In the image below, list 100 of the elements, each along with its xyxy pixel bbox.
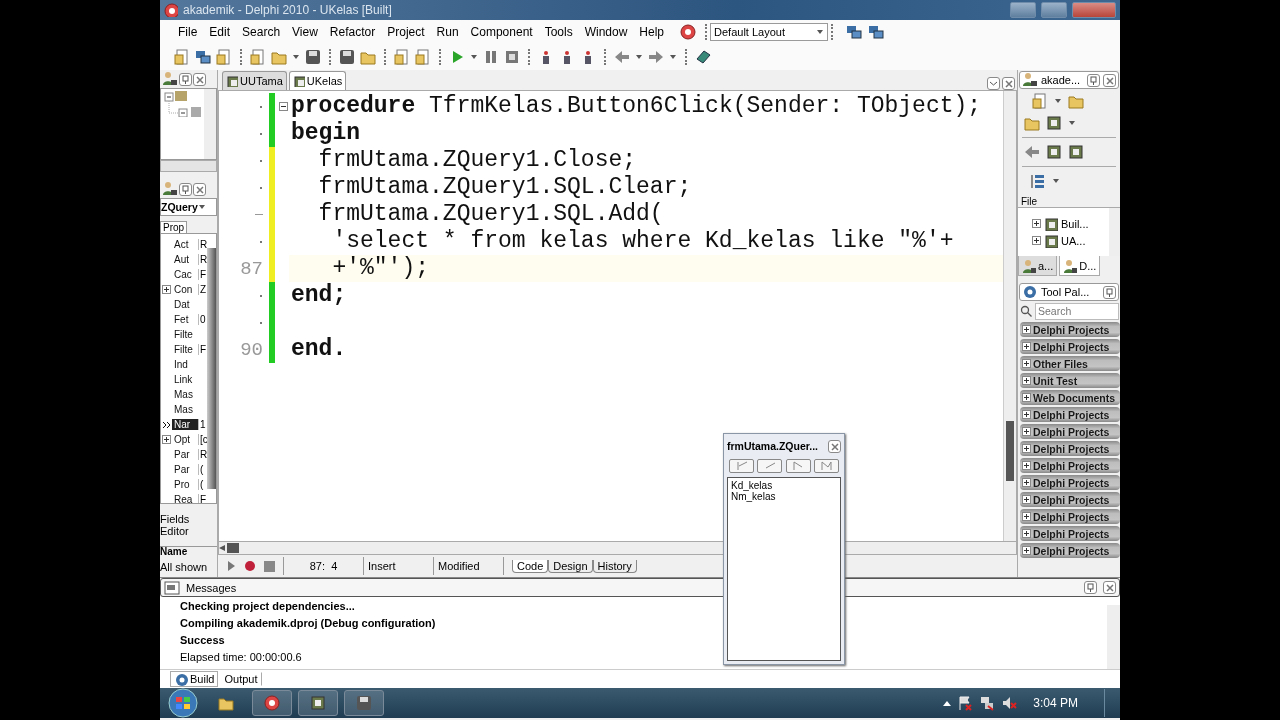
pin-button[interactable]: [1084, 581, 1097, 594]
menu-item[interactable]: Refactor: [323, 23, 382, 41]
save-icon[interactable]: [305, 49, 321, 65]
property-name[interactable]: Filte: [172, 344, 198, 355]
stop-icon[interactable]: [504, 49, 520, 65]
layout-dropdown[interactable]: Default Layout: [710, 23, 829, 41]
expand-icon[interactable]: [1032, 236, 1041, 245]
vertical-scrollbar[interactable]: [1003, 91, 1016, 541]
palette-category[interactable]: Delphi Projects: [1020, 407, 1120, 422]
caret-icon[interactable]: [292, 54, 300, 60]
property-value[interactable]: Z: [198, 284, 206, 295]
property-value[interactable]: 1: [198, 419, 206, 430]
fields-editor-link[interactable]: Fields Editor: [160, 513, 217, 537]
pin-button[interactable]: [179, 72, 192, 86]
palette-category[interactable]: Delphi Projects: [1020, 339, 1120, 354]
list-icon[interactable]: [1030, 173, 1046, 189]
field-item[interactable]: Kd_kelas: [731, 480, 837, 491]
menu-item[interactable]: Project: [381, 23, 431, 41]
close-button[interactable]: [828, 439, 841, 453]
fold-icon[interactable]: [278, 102, 288, 111]
close-button[interactable]: [1103, 581, 1116, 594]
property-name[interactable]: Con: [172, 284, 198, 295]
property-value[interactable]: R: [198, 449, 206, 460]
property-value[interactable]: F: [198, 494, 206, 503]
new-file-icon[interactable]: [174, 49, 190, 65]
taskbar-button[interactable]: [252, 690, 292, 716]
palette-category[interactable]: Delphi Projects: [1020, 492, 1120, 507]
vertical-scrollbar[interactable]: [1109, 208, 1120, 256]
panel-tab[interactable]: D...: [1059, 256, 1101, 276]
clock[interactable]: 3:04 PM: [1033, 696, 1078, 710]
expand-icon[interactable]: [162, 435, 171, 444]
tree-item[interactable]: UA...: [1061, 234, 1086, 247]
view-tab[interactable]: History: [592, 559, 637, 573]
view-tab[interactable]: Design: [548, 559, 593, 573]
horizontal-scrollbar[interactable]: [160, 160, 217, 172]
property-value[interactable]: R: [198, 254, 206, 265]
expand-icon[interactable]: [1032, 219, 1041, 228]
properties-tab[interactable]: Prop: [160, 221, 188, 233]
open-file-icon[interactable]: [216, 49, 232, 65]
flag-icon[interactable]: [957, 695, 974, 711]
windows-icon[interactable]: [846, 24, 863, 40]
menu-item[interactable]: Run: [430, 23, 465, 41]
vertical-scrollbar[interactable]: [207, 248, 216, 489]
palette-category[interactable]: Delphi Projects: [1020, 526, 1120, 541]
caret-icon[interactable]: [1054, 98, 1062, 104]
forward-icon[interactable]: [648, 49, 664, 65]
editor-tab[interactable]: UKelas: [288, 71, 347, 90]
property-value[interactable]: 0: [198, 314, 206, 325]
network-icon[interactable]: [979, 695, 996, 711]
property-name[interactable]: Link: [172, 374, 198, 385]
property-name[interactable]: Filte: [172, 329, 198, 340]
play-icon[interactable]: [226, 560, 236, 572]
new-item-icon[interactable]: [250, 49, 266, 65]
palette-category[interactable]: Delphi Projects: [1020, 322, 1120, 337]
record-icon[interactable]: [244, 560, 256, 572]
panel-tab[interactable]: a...: [1018, 256, 1058, 276]
pin-button[interactable]: [1103, 285, 1116, 299]
palette-category[interactable]: Unit Test: [1020, 373, 1120, 388]
palette-category[interactable]: Web Documents: [1020, 390, 1120, 405]
add-folder-icon[interactable]: [1068, 93, 1084, 109]
folder-icon[interactable]: [360, 49, 376, 65]
taskbar-button[interactable]: [344, 690, 384, 716]
property-name[interactable]: Act: [172, 239, 198, 250]
add-file-icon[interactable]: [394, 49, 410, 65]
speaker-muted-icon[interactable]: [1001, 695, 1018, 711]
property-value[interactable]: [c: [198, 434, 206, 445]
panel-tab[interactable]: Build: [170, 671, 219, 687]
tree-item[interactable]: Buil...: [1061, 217, 1089, 230]
stop-icon[interactable]: [264, 560, 275, 572]
folder-icon[interactable]: [1024, 115, 1040, 131]
close-button[interactable]: [193, 72, 206, 86]
back-icon[interactable]: [1024, 144, 1040, 160]
menu-item[interactable]: Search: [236, 23, 287, 41]
expand-icon[interactable]: [162, 285, 171, 294]
pin-button[interactable]: [179, 182, 192, 196]
property-name[interactable]: Rea: [172, 494, 198, 503]
vertical-scrollbar[interactable]: [1107, 605, 1120, 669]
search-field[interactable]: Search: [1035, 302, 1119, 320]
property-name[interactable]: Cac: [172, 269, 198, 280]
property-value[interactable]: (: [198, 464, 206, 475]
property-value[interactable]: F: [198, 269, 206, 280]
close-button[interactable]: [1103, 73, 1116, 87]
menu-item[interactable]: Help: [633, 23, 671, 41]
new-item-icon[interactable]: [1032, 93, 1048, 109]
palette-category[interactable]: Delphi Projects: [1020, 424, 1120, 439]
menu-item[interactable]: View: [286, 23, 324, 41]
tray-arrow-icon[interactable]: [943, 700, 952, 706]
menu-item[interactable]: Tools: [538, 23, 579, 41]
menu-item[interactable]: Window: [578, 23, 634, 41]
property-name[interactable]: Fet: [172, 314, 198, 325]
editor-tab[interactable]: UUTama: [222, 71, 287, 90]
caret-icon[interactable]: [1052, 178, 1060, 184]
property-name[interactable]: Nar: [172, 419, 198, 430]
property-value[interactable]: R: [198, 239, 206, 250]
property-name[interactable]: Pro: [172, 479, 198, 490]
palette-category[interactable]: Delphi Projects: [1020, 509, 1120, 524]
view-tab[interactable]: Code: [512, 559, 549, 573]
scroll-left-icon[interactable]: [219, 545, 227, 551]
palette-category[interactable]: Delphi Projects: [1020, 543, 1120, 558]
component-dropdown[interactable]: ZQuery: [160, 198, 217, 216]
